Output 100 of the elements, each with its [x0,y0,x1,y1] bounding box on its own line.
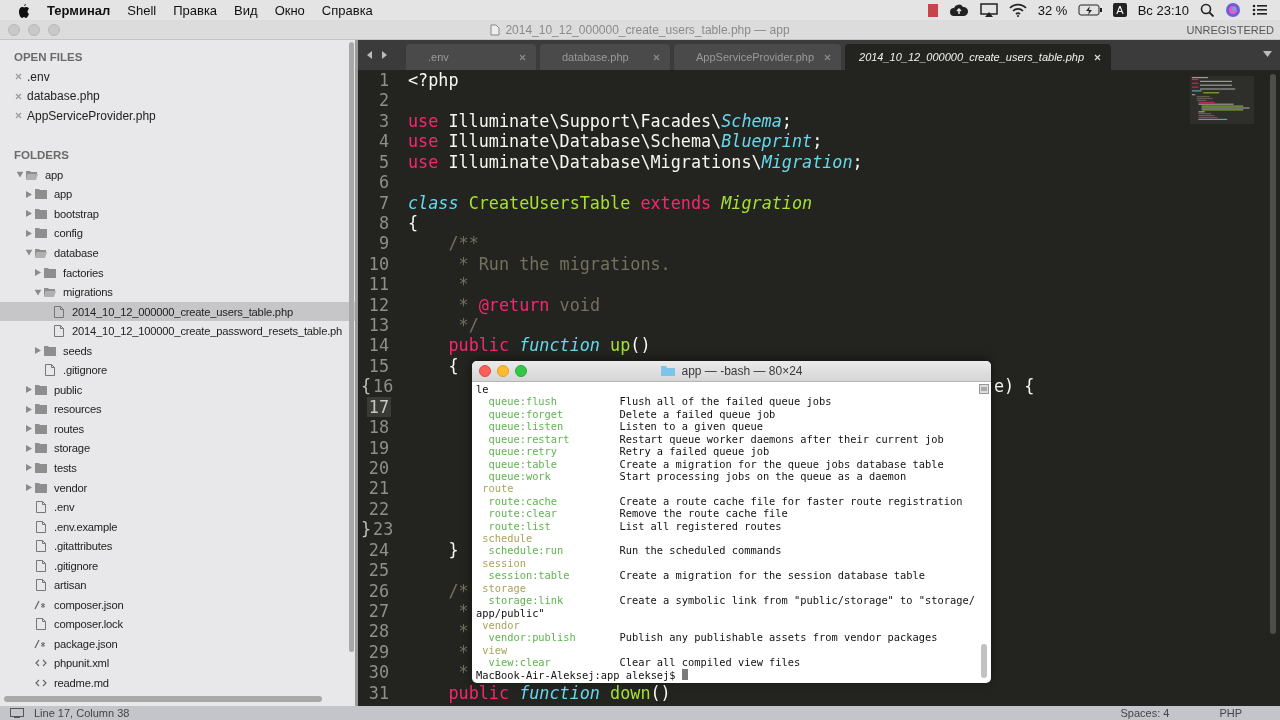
square-icon[interactable] [979,384,989,394]
tree-row[interactable]: app [0,184,355,205]
tree-row[interactable]: migrations [0,282,355,302]
tree-row[interactable]: 2014_10_12_000000_create_users_table.php [0,301,355,322]
open-file-item[interactable]: .env [27,69,50,84]
tree-row[interactable]: vendor [0,477,355,498]
tab-navigation-icon[interactable] [366,50,388,60]
code-line: * @return void [458,294,600,315]
airplay-icon[interactable] [979,3,998,17]
battery-icon[interactable] [1078,4,1103,16]
tree-row[interactable]: .gitignore [0,360,355,380]
scrollbar-thumb[interactable] [349,42,354,652]
tree-row[interactable]: app [0,165,355,185]
line-number: 18 [367,417,390,438]
menu-item[interactable]: Окно [274,2,305,18]
file-name: 2014_10_12_100000_create_password_resets_table.ph [72,325,343,338]
tree-row[interactable]: resources [0,399,355,420]
tree-row[interactable]: factories [0,262,355,283]
disclosure-triangle-icon[interactable] [26,386,32,394]
disclosure-triangle-icon[interactable] [26,190,32,198]
disclosure-triangle-icon[interactable] [35,269,41,276]
command-group: schedule [482,532,533,545]
command-description: Create a symbolic link from "public/storage" to "storage/ [619,594,976,607]
open-file-item[interactable]: AppServiceProvider.php [27,108,156,123]
disclosure-triangle-icon[interactable] [34,289,42,296]
folder-name: seeds [63,344,92,357]
tree-row[interactable]: composer.json [0,595,355,615]
apple-icon[interactable] [16,2,30,18]
folder-name: routes [54,422,84,435]
cloud-icon[interactable] [948,3,969,17]
file-name: .env [54,501,75,514]
tree-row[interactable]: .gitignore [0,555,355,576]
app-menu[interactable]: Терминал [47,2,111,18]
scrollbar-thumb[interactable] [1270,74,1276,634]
disclosure-triangle-icon[interactable] [26,464,32,472]
scrollbar-thumb[interactable] [4,696,322,702]
close-button[interactable] [8,23,20,36]
fold-marker[interactable]: { [361,376,372,397]
minimize-button[interactable] [28,23,40,36]
monitor-icon[interactable] [10,708,24,718]
square-icon[interactable] [927,3,938,17]
command-description: Create a migration for the queue jobs database table [619,457,945,470]
dropdown-triangle-icon[interactable] [1263,51,1272,57]
menu-item[interactable]: Shell [127,2,157,18]
siri-icon[interactable] [1225,2,1241,18]
input-source[interactable]: A [1113,3,1127,17]
minimize-button[interactable] [497,365,509,377]
folder-name: database [54,246,99,259]
tree-row[interactable]: public [0,380,355,400]
tree-row[interactable]: artisan [0,575,355,596]
wifi-icon[interactable] [1008,3,1027,17]
disclosure-triangle-icon[interactable] [25,249,33,256]
file-icon [34,618,48,631]
menu-item[interactable]: Вид [234,2,258,18]
disclosure-triangle-icon[interactable] [26,405,32,413]
folder-name: bootstrap [54,207,99,220]
tree-row[interactable]: composer.lock [0,614,355,635]
disclosure-triangle-icon[interactable] [26,444,32,452]
menu-item[interactable]: Справка [321,2,373,18]
folder-name: config [54,227,83,240]
tree-row[interactable]: database [0,243,355,263]
tree-row[interactable]: config [0,223,355,244]
tree-row[interactable]: bootstrap [0,204,355,224]
tree-row[interactable]: seeds [0,340,355,361]
indentation-setting[interactable]: Spaces: 4 [1120,707,1170,719]
disclosure-triangle-icon[interactable] [35,347,41,355]
tree-row[interactable]: storage [0,438,355,459]
tree-row[interactable]: readme.md [0,673,355,693]
open-file-item[interactable]: database.php [27,89,100,104]
terminal-text: app/public" [476,606,545,619]
disclosure-triangle-icon[interactable] [26,229,32,237]
line-number: 23 [372,519,395,540]
disclosure-triangle-icon[interactable] [26,425,32,433]
close-button[interactable] [479,365,491,377]
tree-row[interactable]: .gitattributes [0,536,355,556]
tab[interactable]: 2014_10_12_000000_create_users_table.php [845,44,1112,70]
tree-row[interactable]: tests [0,458,355,478]
disclosure-triangle-icon[interactable] [26,210,32,218]
tree-row[interactable]: package.json [0,634,355,654]
zoom-button[interactable] [48,23,60,36]
list-icon[interactable] [1252,3,1268,17]
tree-row[interactable]: routes [0,419,355,439]
minimap-drawing[interactable] [1190,76,1254,124]
zoom-button[interactable] [515,365,527,377]
tree-row[interactable]: .env [0,497,355,517]
search-icon[interactable] [1200,3,1214,17]
scrollbar-thumb[interactable] [981,644,987,678]
fold-marker[interactable]: } [361,519,372,540]
line-number: 14 [367,335,390,356]
menu-item[interactable]: Правка [173,2,218,18]
tree-row[interactable]: 2014_10_12_100000_create_password_resets_table.ph [0,321,355,341]
syntax-setting[interactable]: PHP [1219,707,1242,719]
disclosure-triangle-icon[interactable] [16,171,24,178]
disclosure-triangle-icon[interactable] [26,484,32,491]
command-description: Start processing jobs on the queue as a daemon [619,469,908,483]
tree-row[interactable]: phpunit.xml [0,653,355,674]
clock[interactable]: Вс 23:10 [1137,2,1189,18]
command-description: Run the scheduled commands [619,544,783,557]
file-name: composer.json [54,598,124,611]
tree-row[interactable]: .env.example [0,516,355,537]
